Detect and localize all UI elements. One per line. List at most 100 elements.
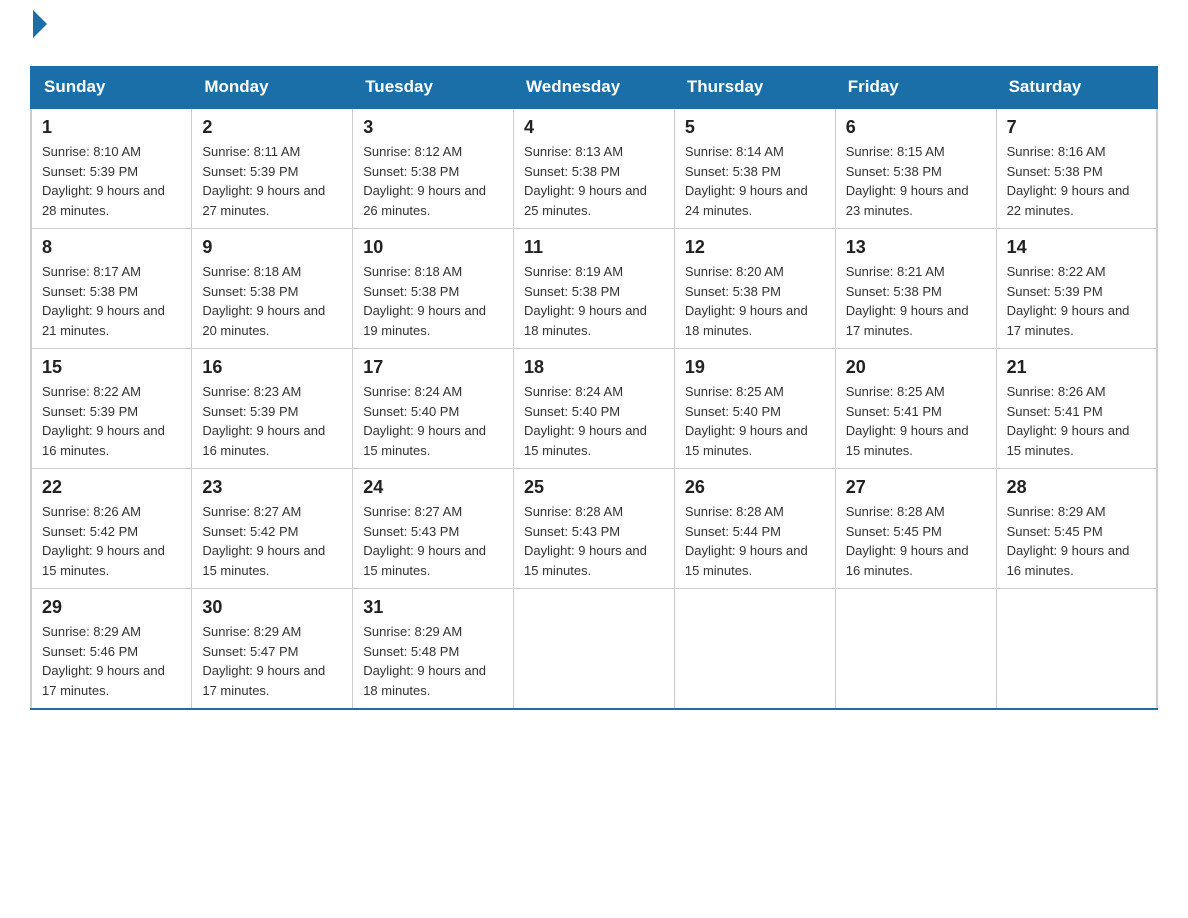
- day-info: Sunrise: 8:21 AMSunset: 5:38 PMDaylight:…: [846, 262, 986, 340]
- calendar-cell: 10 Sunrise: 8:18 AMSunset: 5:38 PMDayligh…: [353, 229, 514, 349]
- calendar-cell: 21Sunrise: 8:26 AMSunset: 5:41 PMDayligh…: [996, 349, 1157, 469]
- day-info: Sunrise: 8:24 AMSunset: 5:40 PMDaylight:…: [363, 382, 503, 460]
- day-number: 22: [42, 477, 181, 498]
- calendar-day-header: Wednesday: [514, 67, 675, 109]
- day-number: 4: [524, 117, 664, 138]
- day-info: Sunrise: 8:26 AMSunset: 5:42 PMDaylight:…: [42, 502, 181, 580]
- calendar-header-row: SundayMondayTuesdayWednesdayThursdayFrid…: [31, 67, 1157, 109]
- calendar-cell: 22 Sunrise: 8:26 AMSunset: 5:42 PMDayligh…: [31, 469, 192, 589]
- calendar-cell: 30 Sunrise: 8:29 AMSunset: 5:47 PMDayligh…: [192, 589, 353, 710]
- day-number: 13: [846, 237, 986, 258]
- day-info: Sunrise: 8:15 AMSunset: 5:38 PMDaylight:…: [846, 142, 986, 220]
- calendar-day-header: Thursday: [674, 67, 835, 109]
- day-info: Sunrise: 8:29 AMSunset: 5:47 PMDaylight:…: [202, 622, 342, 700]
- calendar-cell: 29 Sunrise: 8:29 AMSunset: 5:46 PMDayligh…: [31, 589, 192, 710]
- calendar-cell: 24 Sunrise: 8:27 AMSunset: 5:43 PMDayligh…: [353, 469, 514, 589]
- calendar-cell: 16 Sunrise: 8:23 AMSunset: 5:39 PMDayligh…: [192, 349, 353, 469]
- day-info: Sunrise: 8:28 AMSunset: 5:44 PMDaylight:…: [685, 502, 825, 580]
- logo-arrow-icon: [33, 10, 47, 38]
- calendar-cell: 18 Sunrise: 8:24 AMSunset: 5:40 PMDayligh…: [514, 349, 675, 469]
- day-number: 12: [685, 237, 825, 258]
- day-info: Sunrise: 8:25 AMSunset: 5:41 PMDaylight:…: [846, 382, 986, 460]
- calendar-cell: 11 Sunrise: 8:19 AMSunset: 5:38 PMDayligh…: [514, 229, 675, 349]
- day-info: Sunrise: 8:10 AMSunset: 5:39 PMDaylight:…: [42, 142, 181, 220]
- calendar-cell: 25 Sunrise: 8:28 AMSunset: 5:43 PMDayligh…: [514, 469, 675, 589]
- calendar-cell: 17 Sunrise: 8:24 AMSunset: 5:40 PMDayligh…: [353, 349, 514, 469]
- calendar-cell: 8 Sunrise: 8:17 AMSunset: 5:38 PMDaylight…: [31, 229, 192, 349]
- calendar-cell: 2 Sunrise: 8:11 AMSunset: 5:39 PMDaylight…: [192, 108, 353, 229]
- day-info: Sunrise: 8:12 AMSunset: 5:38 PMDaylight:…: [363, 142, 503, 220]
- day-info: Sunrise: 8:27 AMSunset: 5:43 PMDaylight:…: [363, 502, 503, 580]
- calendar-cell: 13 Sunrise: 8:21 AMSunset: 5:38 PMDayligh…: [835, 229, 996, 349]
- day-info: Sunrise: 8:29 AMSunset: 5:48 PMDaylight:…: [363, 622, 503, 700]
- day-number: 11: [524, 237, 664, 258]
- calendar-cell: 6Sunrise: 8:15 AMSunset: 5:38 PMDaylight…: [835, 108, 996, 229]
- day-number: 8: [42, 237, 181, 258]
- day-number: 31: [363, 597, 503, 618]
- day-number: 23: [202, 477, 342, 498]
- day-info: Sunrise: 8:18 AMSunset: 5:38 PMDaylight:…: [363, 262, 503, 340]
- day-number: 3: [363, 117, 503, 138]
- day-info: Sunrise: 8:14 AMSunset: 5:38 PMDaylight:…: [685, 142, 825, 220]
- calendar-cell: 23Sunrise: 8:27 AMSunset: 5:42 PMDayligh…: [192, 469, 353, 589]
- calendar-day-header: Monday: [192, 67, 353, 109]
- calendar-cell: [514, 589, 675, 710]
- day-info: Sunrise: 8:23 AMSunset: 5:39 PMDaylight:…: [202, 382, 342, 460]
- day-number: 1: [42, 117, 181, 138]
- day-number: 20: [846, 357, 986, 378]
- day-number: 19: [685, 357, 825, 378]
- day-info: Sunrise: 8:20 AMSunset: 5:38 PMDaylight:…: [685, 262, 825, 340]
- day-info: Sunrise: 8:19 AMSunset: 5:38 PMDaylight:…: [524, 262, 664, 340]
- day-info: Sunrise: 8:22 AMSunset: 5:39 PMDaylight:…: [1007, 262, 1146, 340]
- page-header: [30, 20, 1158, 46]
- calendar-week-row: 29 Sunrise: 8:29 AMSunset: 5:46 PMDayligh…: [31, 589, 1157, 710]
- calendar-cell: 14 Sunrise: 8:22 AMSunset: 5:39 PMDayligh…: [996, 229, 1157, 349]
- calendar-cell: 4 Sunrise: 8:13 AMSunset: 5:38 PMDaylight…: [514, 108, 675, 229]
- calendar-day-header: Tuesday: [353, 67, 514, 109]
- day-info: Sunrise: 8:17 AMSunset: 5:38 PMDaylight:…: [42, 262, 181, 340]
- day-info: Sunrise: 8:28 AMSunset: 5:45 PMDaylight:…: [846, 502, 986, 580]
- calendar-cell: [996, 589, 1157, 710]
- day-info: Sunrise: 8:28 AMSunset: 5:43 PMDaylight:…: [524, 502, 664, 580]
- calendar-cell: 20 Sunrise: 8:25 AMSunset: 5:41 PMDayligh…: [835, 349, 996, 469]
- day-info: Sunrise: 8:29 AMSunset: 5:46 PMDaylight:…: [42, 622, 181, 700]
- calendar-cell: 27 Sunrise: 8:28 AMSunset: 5:45 PMDayligh…: [835, 469, 996, 589]
- day-info: Sunrise: 8:18 AMSunset: 5:38 PMDaylight:…: [202, 262, 342, 340]
- day-info: Sunrise: 8:11 AMSunset: 5:39 PMDaylight:…: [202, 142, 342, 220]
- calendar-table: SundayMondayTuesdayWednesdayThursdayFrid…: [30, 66, 1158, 710]
- day-number: 10: [363, 237, 503, 258]
- day-info: Sunrise: 8:25 AMSunset: 5:40 PMDaylight:…: [685, 382, 825, 460]
- day-number: 15: [42, 357, 181, 378]
- day-number: 25: [524, 477, 664, 498]
- day-number: 29: [42, 597, 181, 618]
- calendar-week-row: 22 Sunrise: 8:26 AMSunset: 5:42 PMDayligh…: [31, 469, 1157, 589]
- day-number: 27: [846, 477, 986, 498]
- calendar-cell: 31 Sunrise: 8:29 AMSunset: 5:48 PMDayligh…: [353, 589, 514, 710]
- day-info: Sunrise: 8:16 AMSunset: 5:38 PMDaylight:…: [1007, 142, 1146, 220]
- day-number: 16: [202, 357, 342, 378]
- day-info: Sunrise: 8:24 AMSunset: 5:40 PMDaylight:…: [524, 382, 664, 460]
- day-info: Sunrise: 8:13 AMSunset: 5:38 PMDaylight:…: [524, 142, 664, 220]
- calendar-cell: 26 Sunrise: 8:28 AMSunset: 5:44 PMDayligh…: [674, 469, 835, 589]
- day-info: Sunrise: 8:22 AMSunset: 5:39 PMDaylight:…: [42, 382, 181, 460]
- calendar-cell: 3 Sunrise: 8:12 AMSunset: 5:38 PMDaylight…: [353, 108, 514, 229]
- day-number: 7: [1007, 117, 1146, 138]
- day-number: 30: [202, 597, 342, 618]
- calendar-cell: 19 Sunrise: 8:25 AMSunset: 5:40 PMDayligh…: [674, 349, 835, 469]
- day-number: 26: [685, 477, 825, 498]
- day-number: 17: [363, 357, 503, 378]
- calendar-cell: 5Sunrise: 8:14 AMSunset: 5:38 PMDaylight…: [674, 108, 835, 229]
- calendar-cell: [674, 589, 835, 710]
- calendar-cell: 15 Sunrise: 8:22 AMSunset: 5:39 PMDayligh…: [31, 349, 192, 469]
- calendar-cell: 1 Sunrise: 8:10 AMSunset: 5:39 PMDaylight…: [31, 108, 192, 229]
- day-info: Sunrise: 8:26 AMSunset: 5:41 PMDaylight:…: [1007, 382, 1146, 460]
- calendar-cell: 7 Sunrise: 8:16 AMSunset: 5:38 PMDaylight…: [996, 108, 1157, 229]
- day-number: 14: [1007, 237, 1146, 258]
- calendar-day-header: Friday: [835, 67, 996, 109]
- calendar-cell: 9Sunrise: 8:18 AMSunset: 5:38 PMDaylight…: [192, 229, 353, 349]
- day-number: 28: [1007, 477, 1146, 498]
- day-number: 24: [363, 477, 503, 498]
- calendar-day-header: Saturday: [996, 67, 1157, 109]
- day-number: 18: [524, 357, 664, 378]
- day-number: 2: [202, 117, 342, 138]
